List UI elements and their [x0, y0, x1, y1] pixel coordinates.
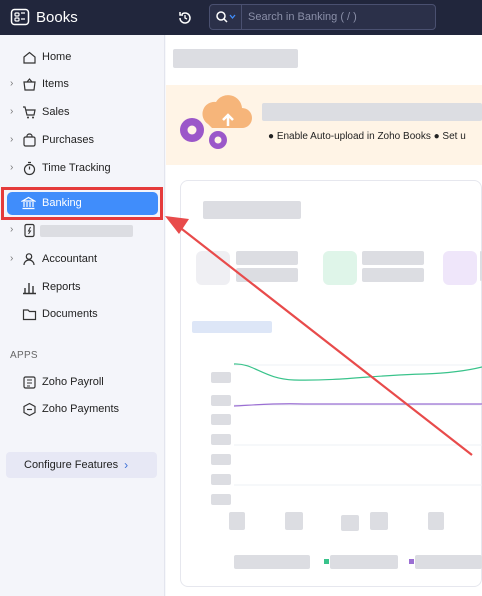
blurred-y-tick	[211, 454, 231, 465]
sidebar-item-label: Documents	[42, 308, 98, 320]
blurred-summary-label	[362, 251, 424, 265]
blurred-y-tick	[211, 434, 231, 445]
account-selector-dropdown[interactable]	[192, 321, 272, 333]
blurred-x-tick	[229, 512, 245, 530]
legend-swatch-green	[324, 559, 329, 564]
sidebar-item-label: Zoho Payments	[42, 403, 120, 415]
cash-flow-line-chart	[234, 363, 482, 486]
summary-icon-tile	[443, 251, 477, 285]
blurred-y-tick	[211, 474, 231, 485]
chevron-right-icon: ›	[10, 162, 14, 173]
blurred-summary-value	[362, 268, 424, 282]
blurred-banner-title	[262, 103, 482, 121]
blurred-page-title	[173, 49, 298, 68]
blurred-summary-label	[236, 251, 298, 265]
summary-icon-tile	[196, 251, 230, 285]
app-brand[interactable]: Books	[10, 7, 78, 27]
sidebar-item-label: Home	[42, 51, 72, 63]
annotation-highlight-box	[1, 187, 163, 220]
blurred-summary-value	[236, 268, 298, 282]
blurred-legend-label	[415, 555, 482, 569]
payroll-icon	[23, 376, 36, 389]
bar-chart-icon	[23, 283, 36, 295]
blurred-card-title	[203, 201, 301, 219]
stopwatch-icon	[23, 161, 36, 176]
books-logo-icon	[10, 8, 30, 26]
chevron-right-icon: ›	[10, 78, 14, 89]
sidebar-item-label: Reports	[42, 281, 81, 293]
chevron-right-icon: ›	[124, 458, 129, 472]
home-icon	[23, 51, 36, 64]
configure-features-button[interactable]: Configure Features ›	[6, 452, 157, 478]
blurred-x-tick	[428, 512, 444, 530]
search-scope-dropdown[interactable]	[210, 5, 242, 29]
blurred-y-tick	[211, 395, 231, 406]
search-bar[interactable]: Search in Banking ( / )	[209, 4, 436, 30]
blurred-legend-label	[330, 555, 398, 569]
chevron-right-icon: ›	[10, 106, 14, 117]
recent-history-button[interactable]	[176, 9, 194, 27]
blurred-y-tick	[211, 372, 231, 383]
sidebar-item-label: Accountant	[42, 253, 98, 265]
chevron-right-icon: ›	[10, 253, 14, 264]
chevron-right-icon: ›	[10, 224, 14, 235]
configure-features-label: Configure Features	[24, 459, 119, 471]
blurred-y-tick	[211, 414, 231, 425]
history-icon	[179, 12, 191, 24]
banner-text: ● Enable Auto-upload in Zoho Books ● Set…	[268, 131, 466, 142]
blurred-label	[40, 225, 133, 237]
sidebar-item-label: Items	[42, 78, 69, 90]
cart-icon	[23, 106, 36, 119]
document-icon	[24, 223, 35, 238]
payments-icon	[23, 402, 36, 417]
app-name: Books	[36, 8, 78, 26]
search-icon	[215, 11, 235, 23]
chevron-right-icon: ›	[10, 134, 14, 145]
basket-icon	[23, 78, 36, 91]
gear-cloud-illustration-icon	[180, 95, 252, 149]
sidebar-item-label: Sales	[42, 106, 70, 118]
search-input[interactable]: Search in Banking ( / )	[248, 11, 357, 23]
apps-section-title: APPS	[10, 350, 38, 361]
user-icon	[23, 253, 35, 266]
folder-icon	[22, 309, 37, 321]
shopping-bag-icon	[23, 133, 36, 147]
summary-icon-tile	[323, 251, 357, 285]
sidebar-item-label: Time Tracking	[42, 162, 111, 174]
sidebar-item-label: Purchases	[42, 134, 94, 146]
series-line-green	[234, 363, 482, 381]
sidebar-item-label: Zoho Payroll	[42, 376, 104, 388]
blurred-x-tick	[285, 512, 303, 530]
blurred-legend-label	[234, 555, 310, 569]
blurred-x-tick	[370, 512, 388, 530]
legend-swatch-purple	[409, 559, 414, 564]
blurred-x-tick	[341, 515, 359, 531]
blurred-y-tick	[211, 494, 231, 505]
